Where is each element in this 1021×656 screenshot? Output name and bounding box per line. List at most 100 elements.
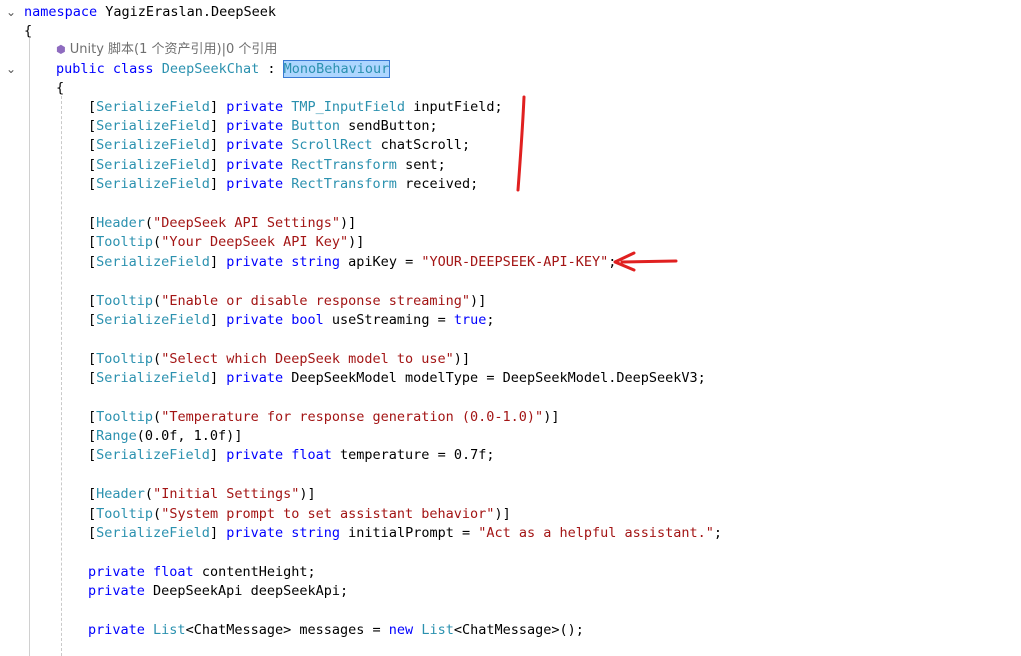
paren: ( (153, 234, 162, 250)
type-name: ScrollRect (291, 137, 373, 153)
bracket: [ (88, 118, 97, 134)
bracket: ] (551, 409, 560, 425)
attribute: Tooltip (96, 351, 154, 367)
keyword: private (88, 583, 145, 599)
keyword: private (226, 312, 284, 328)
paren: ( (153, 409, 162, 425)
code-line: [SerializeField] private string initialP… (0, 524, 1021, 543)
semicolon: ; (486, 312, 495, 328)
class-name: DeepSeekChat (161, 61, 260, 77)
keyword: float (291, 447, 332, 463)
keyword: private (226, 370, 284, 386)
attribute: SerializeField (96, 176, 210, 192)
paren: ( (153, 293, 162, 309)
code-line: [SerializeField] private bool useStreami… (0, 311, 1021, 330)
keyword: private (88, 564, 145, 580)
generic-arg: <ChatMessage> (185, 622, 292, 638)
attribute: SerializeField (96, 99, 210, 115)
constructor-call: (); (559, 622, 584, 638)
code-line: [SerializeField] private float temperatu… (0, 446, 1021, 465)
field-name: sent; (396, 157, 446, 173)
bracket: [ (88, 254, 97, 270)
codelens[interactable]: ⬢ Unity 脚本(1 个资产引用)|0 个引用 (0, 40, 1021, 59)
field-name: chatScroll; (372, 137, 471, 153)
bracket: ] (209, 312, 219, 328)
field-name: useStreaming = (323, 312, 454, 328)
string-literal: "DeepSeek API Settings" (153, 215, 340, 231)
keyword: string (291, 525, 341, 541)
paren: ( (153, 506, 162, 522)
field-name: apiKey = (340, 254, 422, 270)
code-line: [Tooltip("Enable or disable response str… (0, 292, 1021, 311)
bracket: [ (88, 293, 97, 309)
base-class-selected[interactable]: MonoBehaviour (282, 60, 391, 78)
code-line: [SerializeField] private Button sendButt… (0, 117, 1021, 136)
keyword: private (226, 525, 284, 541)
bracket: ] (209, 525, 219, 541)
code-line: [SerializeField] private TMP_InputField … (0, 98, 1021, 117)
bracket: [ (88, 312, 97, 328)
bracket: ] (502, 506, 511, 522)
bracket: [ (88, 525, 97, 541)
code-line: [Tooltip("Your DeepSeek API Key")] (0, 233, 1021, 252)
bracket: [ (88, 351, 97, 367)
attribute: Tooltip (96, 409, 154, 425)
code-line: [SerializeField] private ScrollRect chat… (0, 136, 1021, 155)
keyword: float (153, 564, 194, 580)
brace: { (56, 80, 65, 96)
keyword: private (88, 622, 145, 638)
field-name: messages = (291, 622, 389, 638)
string-literal: "Your DeepSeek API Key" (161, 234, 349, 250)
type-name: TMP_InputField (291, 99, 406, 115)
keyword: private (226, 447, 284, 463)
attribute: Range (96, 428, 137, 444)
bracket: ] (209, 254, 219, 270)
attribute: SerializeField (96, 137, 210, 153)
paren: ) (299, 486, 308, 502)
bracket: ] (209, 99, 219, 115)
paren: ( (153, 351, 162, 367)
bracket: ] (209, 137, 219, 153)
type-name: List (153, 622, 186, 638)
keyword: private (226, 118, 284, 134)
bracket: [ (88, 176, 97, 192)
code-line: private List<ChatMessage> messages = new… (0, 621, 1021, 640)
code-line: [Range(0.0f, 1.0f)] (0, 427, 1021, 446)
type-name: RectTransform (291, 157, 397, 173)
code-editor[interactable]: ⌄ ⌄ namespace YagizEraslan.DeepSeek { ⬢ … (0, 0, 1021, 656)
keyword: namespace (24, 4, 98, 20)
string-literal: "Initial Settings" (153, 486, 300, 502)
generic-arg: <ChatMessage> (453, 622, 560, 638)
bracket: [ (88, 486, 97, 502)
paren: ) (453, 351, 462, 367)
type-name: List (421, 622, 454, 638)
code-line: [SerializeField] private string apiKey =… (0, 253, 1021, 272)
paren: ) (494, 506, 503, 522)
codelens-text[interactable]: Unity 脚本(1 个资产引用)|0 个引用 (70, 42, 278, 57)
bracket: ] (234, 428, 243, 444)
keyword: bool (291, 312, 324, 328)
code-line: private DeepSeekApi deepSeekApi; (0, 582, 1021, 601)
code-line: public class DeepSeekChat : MonoBehaviou… (0, 60, 1021, 79)
keyword: private (226, 157, 284, 173)
field-declaration: DeepSeekModel modelType = DeepSeekModel.… (283, 370, 706, 386)
keyword: public class (56, 61, 154, 77)
code-line: [SerializeField] private RectTransform s… (0, 156, 1021, 175)
code-line: { (0, 22, 1021, 41)
semicolon: ; (713, 525, 723, 541)
bracket: ] (348, 215, 357, 231)
bracket: ] (307, 486, 316, 502)
keyword: private (226, 137, 284, 153)
bracket: [ (88, 506, 97, 522)
field-name: initialPrompt = (340, 525, 479, 541)
bracket: [ (88, 157, 97, 173)
field-name: inputField; (405, 99, 503, 115)
